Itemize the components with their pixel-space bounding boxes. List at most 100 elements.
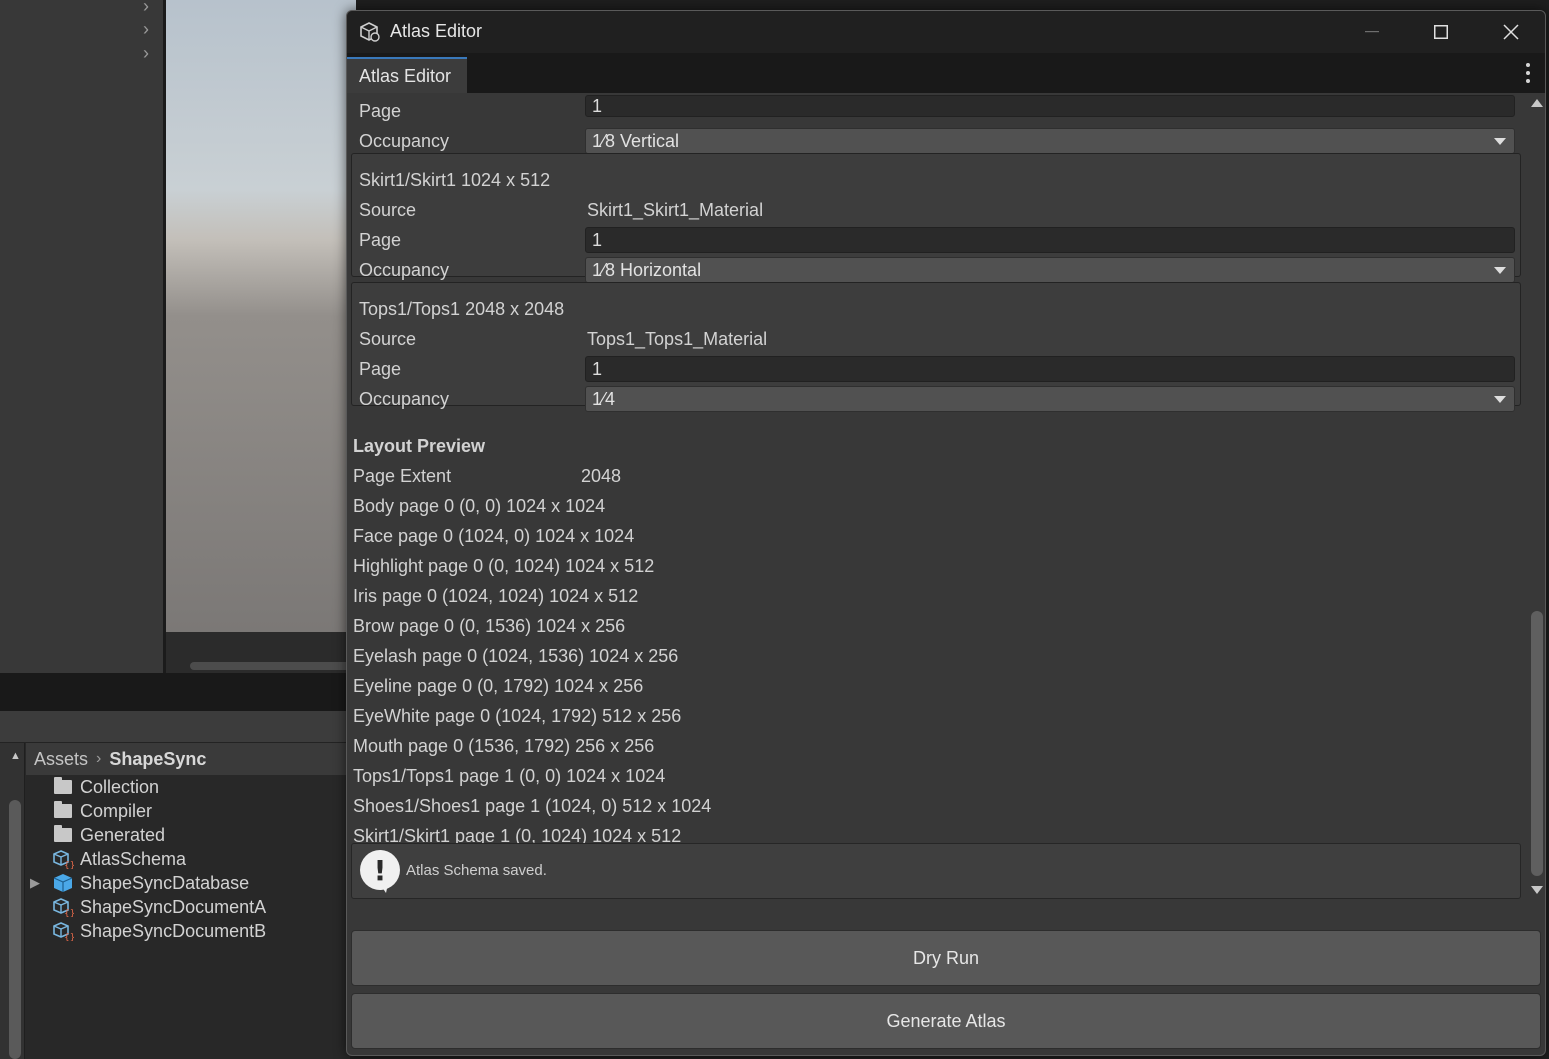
kebab-menu-icon[interactable] [1523,63,1533,83]
occupancy-value: 1⁄8 Vertical [592,130,680,151]
editor-content: Page 1 Occupancy 1⁄8 Vertical Skirt1/Ski… [347,93,1527,923]
page-row: Page 1 [347,226,1527,254]
preview-line: Eyelash page 0 (1024, 1536) 1024 x 256 [353,645,679,666]
chevron-right-icon[interactable]: › [143,0,157,16]
preview-line: Eyeline page 0 (0, 1792) 1024 x 256 [353,675,644,696]
minimize-button[interactable] [1337,11,1407,53]
page-extent-row: Page Extent 2048 [353,462,753,490]
folder-icon [52,801,74,821]
dropdown-arrow-icon [1494,396,1506,403]
asset-label: Compiler [80,800,153,821]
asset-label: AtlasSchema [80,848,187,869]
page-input[interactable]: 1 [585,95,1515,117]
entry-header: Tops1/Tops1 2048 x 2048 [347,295,1527,323]
svg-text:{}: {} [64,861,74,869]
asset-label: ShapeSyncDatabase [80,872,250,893]
page-label: Page [359,358,402,379]
entry-header: Skirt1/Skirt1 1024 x 512 [347,166,1527,194]
notice-text: Atlas Schema saved. [406,862,547,879]
panel-tabbar [0,673,350,711]
scriptable-object-icon: {} [52,921,74,941]
prefab-cube-icon [52,873,74,893]
preview-line: Tops1/Tops1 page 1 (0, 0) 1024 x 1024 [353,765,666,786]
close-icon [1503,24,1519,40]
generate-atlas-button[interactable]: Generate Atlas [351,993,1541,1049]
entry-header-label: Tops1/Tops1 2048 x 2048 [359,298,565,319]
help-box: ! Atlas Schema saved. [351,843,1521,899]
preview-line: Brow page 0 (0, 1536) 1024 x 256 [353,615,626,636]
source-value: Skirt1_Skirt1_Material [587,199,764,220]
scroll-up-icon[interactable]: ▲ [10,750,21,762]
title-bar[interactable]: Atlas Editor [347,11,1545,53]
occupancy-dropdown[interactable]: 1⁄8 Horizontal [585,257,1515,283]
asset-item[interactable]: {} ShapeSyncDocumentA [52,895,266,919]
chevron-right-icon[interactable]: › [143,43,157,63]
chevron-right-icon[interactable]: › [143,19,157,39]
chevron-right-icon: › [96,750,102,767]
scroll-up-icon[interactable] [1531,99,1543,107]
preview-line: Body page 0 (0, 0) 1024 x 1024 [353,495,606,516]
page-extent-value: 2048 [581,465,622,486]
breadcrumb-current[interactable]: ShapeSync [109,749,206,770]
tab-atlas-editor[interactable]: Atlas Editor [347,57,467,93]
occupancy-dropdown[interactable]: 1⁄4 [585,386,1515,412]
dry-run-button[interactable]: Dry Run [351,930,1541,986]
preview-line: Highlight page 0 (0, 1024) 1024 x 512 [353,555,655,576]
asset-label: Collection [80,776,160,797]
occupancy-value: 1⁄8 Horizontal [592,259,702,280]
scene-view[interactable] [166,0,356,632]
svg-text:{}: {} [64,909,74,917]
breadcrumb-root[interactable]: Assets [34,749,88,770]
vertical-scrollbar[interactable] [1527,93,1545,923]
layout-preview-title: Layout Preview [353,435,486,456]
maximize-icon [1434,25,1448,39]
occupancy-label: Occupancy [359,130,450,151]
folder-icon [52,825,74,845]
occupancy-dropdown[interactable]: 1⁄8 Vertical [585,128,1515,154]
source-value: Tops1_Tops1_Material [587,328,768,349]
asset-item[interactable]: ShapeSyncDatabase [52,871,249,895]
page-input[interactable]: 1 [585,227,1515,253]
atlas-editor-window: Atlas Editor Atlas Editor Page 1 Occupan… [346,10,1546,1056]
scroll-down-icon[interactable] [1531,886,1543,894]
entry-header-label: Skirt1/Skirt1 1024 x 512 [359,169,551,190]
asset-item[interactable]: {} ShapeSyncDocumentB [52,919,266,943]
asset-item[interactable]: Generated [52,823,165,847]
page-input[interactable]: 1 [585,356,1515,382]
minimize-icon [1365,31,1379,33]
occupancy-row: Occupancy 1⁄8 Vertical [347,127,1527,155]
window-title: Atlas Editor [390,21,483,41]
occupancy-row: Occupancy 1⁄8 Horizontal [347,256,1527,284]
asset-item[interactable]: Compiler [52,799,152,823]
maximize-button[interactable] [1406,11,1476,53]
svg-text:{}: {} [64,933,74,941]
dropdown-arrow-icon [1494,138,1506,145]
occupancy-label: Occupancy [359,259,450,280]
foldout-arrow-icon[interactable]: ▶ [30,875,40,891]
project-scrollbar-thumb[interactable] [9,800,21,1059]
asset-label: ShapeSyncDocumentB [80,920,267,941]
asset-item[interactable]: Collection [52,775,159,799]
tab-bar: Atlas Editor [347,53,1545,93]
hierarchy-panel [0,0,163,673]
occupancy-value: 1⁄4 [592,388,616,409]
asset-item[interactable]: {} AtlasSchema [52,847,186,871]
source-label: Source [359,199,417,220]
unity-app-icon [359,21,381,43]
scriptable-object-icon: {} [52,849,74,869]
dropdown-arrow-icon [1494,267,1506,274]
scrollbar-thumb[interactable] [1531,611,1543,876]
breadcrumb: Assets › ShapeSync [34,747,206,771]
preview-line: Face page 0 (1024, 0) 1024 x 1024 [353,525,635,546]
asset-label: ShapeSyncDocumentA [80,896,267,917]
info-bubble-icon: ! [360,850,400,893]
page-extent-label: Page Extent [353,465,452,486]
preview-line: EyeWhite page 0 (1024, 1792) 512 x 256 [353,705,682,726]
occupancy-row: Occupancy 1⁄4 [347,385,1527,413]
page-label: Page [359,229,402,250]
scene-scrollbar-thumb[interactable] [190,662,360,670]
source-row: Source Skirt1_Skirt1_Material [347,196,1527,224]
page-row: Page 1 [347,95,1527,125]
close-button[interactable] [1476,11,1545,53]
preview-line: Mouth page 0 (1536, 1792) 256 x 256 [353,735,655,756]
